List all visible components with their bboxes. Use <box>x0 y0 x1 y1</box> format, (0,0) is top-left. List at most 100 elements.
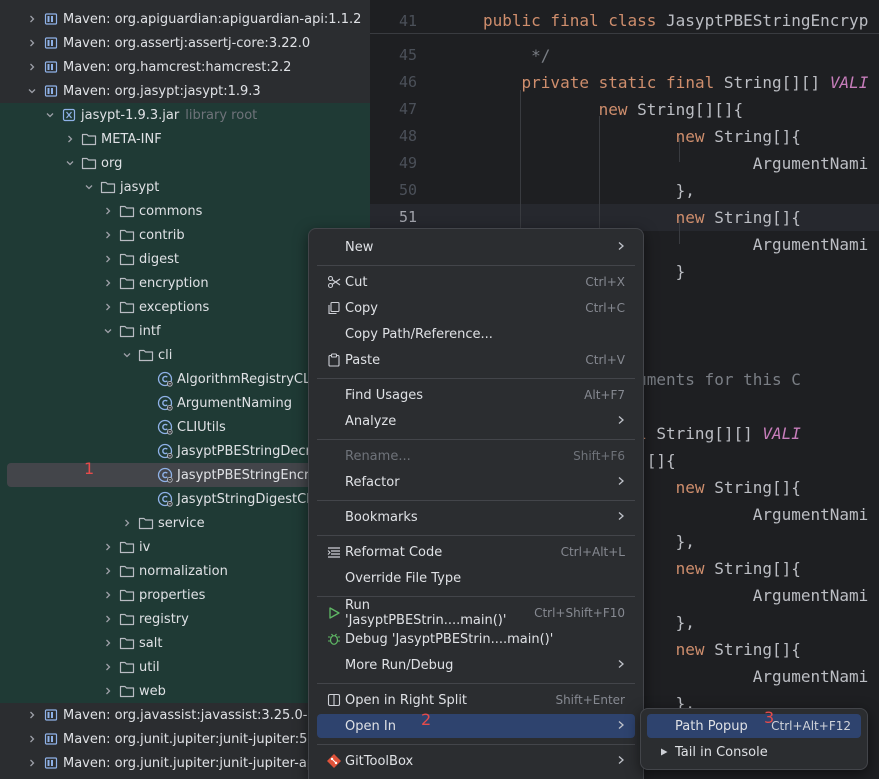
menu-item-label: Debug 'JasyptPBEStrin....main()' <box>345 631 554 647</box>
menu-separator <box>317 265 635 266</box>
menu-item-copy[interactable]: Copy Ctrl+C <box>317 296 635 320</box>
menu-item-open-in-right-split[interactable]: Open in Right Split Shift+Enter <box>317 688 635 712</box>
folder-icon <box>119 275 135 291</box>
no-arrow <box>139 439 153 463</box>
menu-item-override-file-type[interactable]: Override File Type <box>317 566 635 590</box>
tree-row-meta-inf[interactable]: META-INF <box>0 127 370 151</box>
chevron-right-icon[interactable] <box>120 511 134 535</box>
tree-row-org[interactable]: org <box>0 151 370 175</box>
tree-row-label: encryption <box>139 275 209 291</box>
menu-item-gittoolbox[interactable]: GitToolBox <box>317 749 635 773</box>
chevron-down-icon[interactable] <box>25 79 39 103</box>
tree-row-jasypt[interactable]: jasypt <box>0 175 370 199</box>
menu-item-more-run-debug[interactable]: More Run/Debug <box>317 653 635 677</box>
tree-row-label: intf <box>139 323 161 339</box>
tree-row-label: Maven: org.assertj:assertj-core:3.22.0 <box>63 35 311 51</box>
folder-icon <box>81 155 97 171</box>
menu-item-debug-jasyptpbestrin-main[interactable]: Debug 'JasyptPBEStrin....main()' <box>317 627 635 651</box>
chevron-right-icon[interactable] <box>25 727 39 751</box>
tree-row-maven-org-apiguardian-apiguardian-api-1-1-2[interactable]: Maven: org.apiguardian:apiguardian-api:1… <box>0 7 370 31</box>
menu-item-refactor[interactable]: Refactor <box>317 470 635 494</box>
play-icon <box>653 747 675 757</box>
code-text: new String[]{ <box>675 208 801 227</box>
chevron-right-icon[interactable] <box>25 703 39 727</box>
chevron-right-icon <box>617 475 625 489</box>
menu-item-shortcut: Ctrl+C <box>585 301 625 315</box>
chevron-down-icon[interactable] <box>43 103 57 127</box>
context-menu[interactable]: New Cut Ctrl+X Copy Ctrl+C Copy Path/Referenc… <box>308 228 644 779</box>
chevron-right-icon[interactable] <box>25 751 39 775</box>
chevron-down-icon[interactable] <box>63 151 77 175</box>
chevron-right-icon[interactable] <box>101 223 115 247</box>
chevron-right-icon[interactable] <box>101 295 115 319</box>
chevron-right-icon[interactable] <box>63 127 77 151</box>
submenu-item-path-popup[interactable]: Path Popup Ctrl+Alt+F12 <box>647 714 861 738</box>
code-line[interactable]: 49 ArgumentNami <box>370 150 879 177</box>
chevron-right-icon[interactable] <box>25 7 39 31</box>
tree-row-maven-org-assertj-assertj-core-3-22-0[interactable]: Maven: org.assertj:assertj-core:3.22.0 <box>0 31 370 55</box>
menu-item-new[interactable]: New <box>317 235 635 259</box>
class-icon <box>157 419 173 435</box>
menu-item-bookmarks[interactable]: Bookmarks <box>317 505 635 529</box>
chevron-down-icon[interactable] <box>101 319 115 343</box>
menu-item-copy-path-reference[interactable]: Copy Path/Reference... <box>317 322 635 346</box>
code-line[interactable]: 51 new String[]{ <box>370 204 879 231</box>
tree-row-label: jasypt-1.9.3.jar <box>81 107 180 123</box>
submenu-item-shortcut: Ctrl+Alt+F12 <box>771 719 851 733</box>
chevron-right-icon[interactable] <box>25 31 39 55</box>
menu-item-shortcut: Ctrl+X <box>585 275 625 289</box>
menu-item-label: Open In <box>345 718 396 734</box>
menu-item-analyze[interactable]: Analyze <box>317 409 635 433</box>
code-text: ArgumentNami <box>483 154 869 173</box>
code-line[interactable]: 50 }, <box>370 177 879 204</box>
menu-item-reformat-code[interactable]: Reformat Code Ctrl+Alt+L <box>317 540 635 564</box>
chevron-down-icon[interactable] <box>82 175 96 199</box>
tree-row-maven-org-jasypt-jasypt-1-9-3[interactable]: Maven: org.jasypt:jasypt:1.9.3 <box>0 79 370 103</box>
library-icon <box>43 731 59 747</box>
code-line[interactable]: 47 new String[][]{ <box>370 96 879 123</box>
tree-row-label: commons <box>139 203 203 219</box>
class-icon <box>157 371 173 387</box>
menu-item-cut[interactable]: Cut Ctrl+X <box>317 270 635 294</box>
tree-row-commons[interactable]: commons <box>0 199 370 223</box>
chevron-right-icon[interactable] <box>101 679 115 703</box>
chevron-right-icon[interactable] <box>101 607 115 631</box>
sticky-header-line[interactable]: 41 public final class JasyptPBEStringEnc… <box>370 8 879 34</box>
chevron-right-icon[interactable] <box>101 535 115 559</box>
menu-item-shortcut: Shift+Enter <box>555 693 625 707</box>
open-in-submenu[interactable]: Path Popup Ctrl+Alt+F12 Tail in Console <box>640 708 868 770</box>
chevron-right-icon[interactable] <box>101 199 115 223</box>
submenu-item-tail-in-console[interactable]: Tail in Console <box>647 740 861 764</box>
no-arrow <box>139 463 153 487</box>
menu-item-find-usages[interactable]: Find Usages Alt+F7 <box>317 383 635 407</box>
tree-row-maven-org-hamcrest-hamcrest-2-2[interactable]: Maven: org.hamcrest:hamcrest:2.2 <box>0 55 370 79</box>
chevron-right-icon[interactable] <box>101 271 115 295</box>
menu-item-open-in[interactable]: Open In <box>317 714 635 738</box>
menu-item-rename: Rename... Shift+F6 <box>317 444 635 468</box>
menu-item-paste[interactable]: Paste Ctrl+V <box>317 348 635 372</box>
tree-row-jasypt-1-9-3-jar[interactable]: jasypt-1.9.3.jar library root <box>0 103 370 127</box>
menu-separator <box>317 744 635 745</box>
tree-row-label: cli <box>158 347 173 363</box>
tree-row-label: digest <box>139 251 179 267</box>
chevron-right-icon[interactable] <box>101 583 115 607</box>
tree-row-label: util <box>139 659 160 675</box>
library-icon <box>43 83 59 99</box>
chevron-right-icon[interactable] <box>101 247 115 271</box>
chevron-right-icon[interactable] <box>101 631 115 655</box>
folder-icon <box>119 203 135 219</box>
folder-icon <box>119 323 135 339</box>
chevron-down-icon[interactable] <box>120 343 134 367</box>
folder-icon <box>119 299 135 315</box>
folder-icon <box>81 131 97 147</box>
code-line[interactable]: 45 */ <box>370 42 879 69</box>
menu-item-run-jasyptpbestrin-main[interactable]: Run 'JasyptPBEStrin....main()' Ctrl+Shift… <box>317 598 635 628</box>
code-line[interactable]: 46 private static final String[][] VALI <box>370 69 879 96</box>
menu-item-label: Copy <box>345 300 378 316</box>
tree-row-hint: library root <box>185 107 258 123</box>
chevron-right-icon[interactable] <box>101 655 115 679</box>
tree-row-label: Maven: org.jasypt:jasypt:1.9.3 <box>63 83 261 99</box>
chevron-right-icon[interactable] <box>101 559 115 583</box>
code-line[interactable]: 48 new String[]{ <box>370 123 879 150</box>
chevron-right-icon[interactable] <box>25 55 39 79</box>
